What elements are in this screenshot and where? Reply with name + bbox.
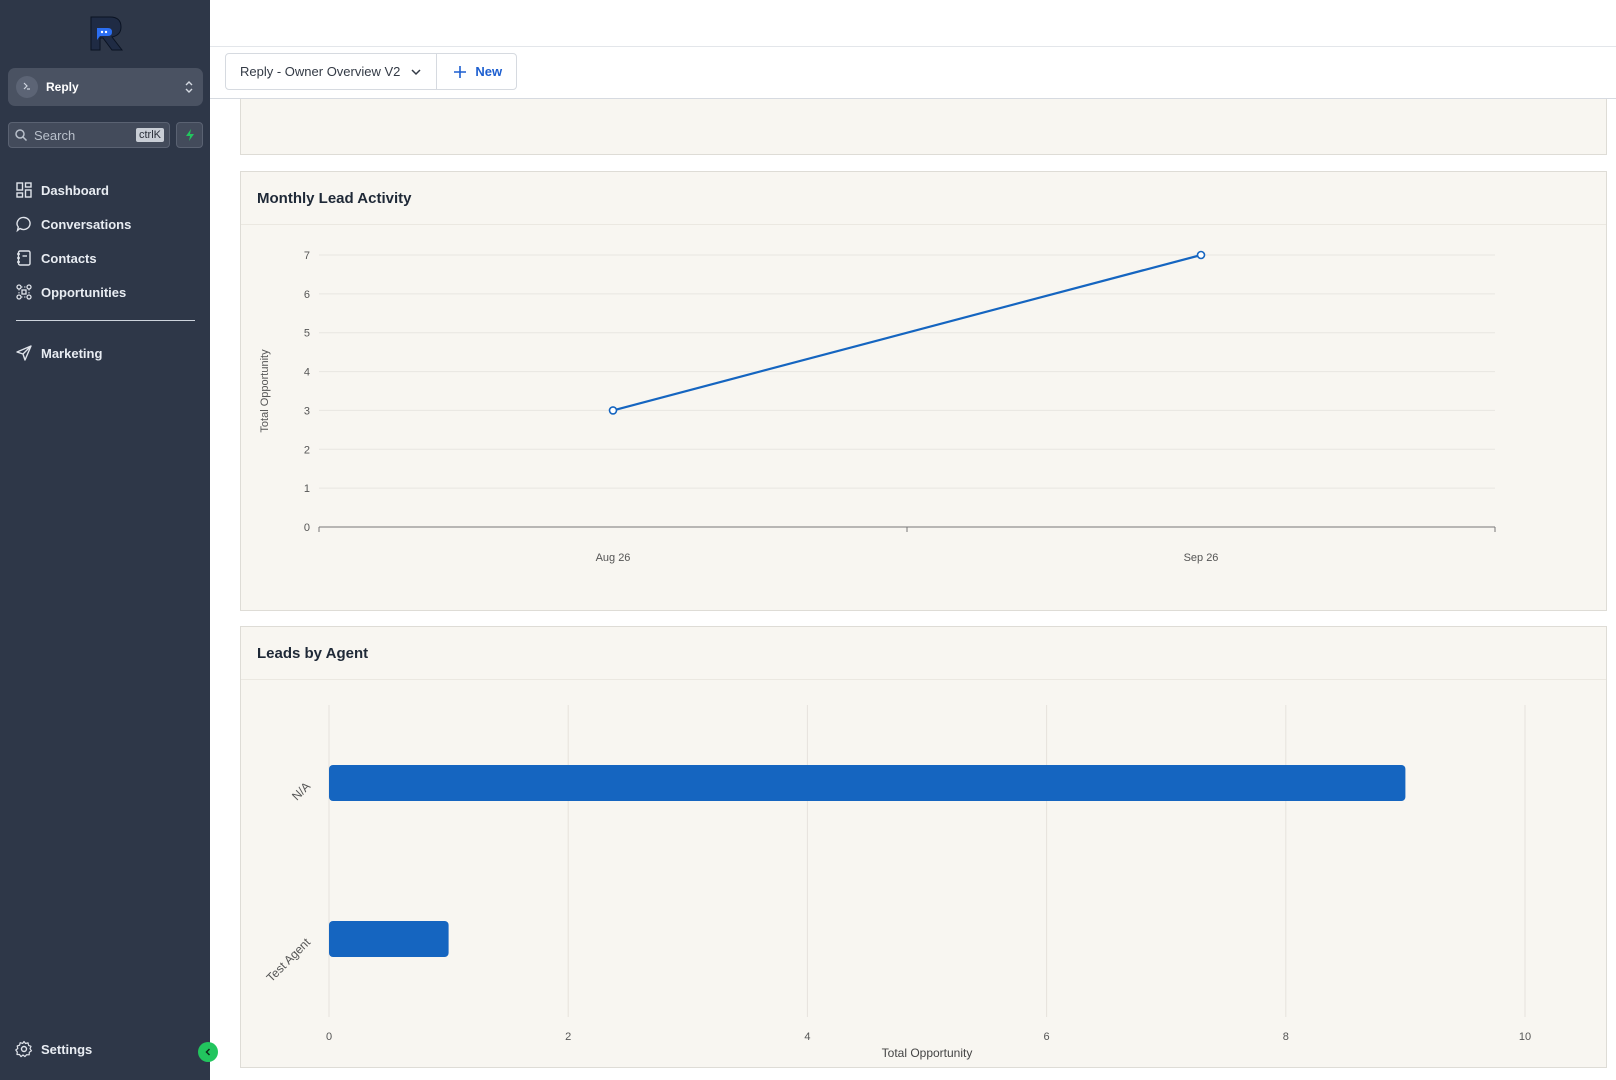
panel-previous — [240, 98, 1607, 155]
logo[interactable] — [88, 14, 124, 52]
sidebar-item-label: Contacts — [41, 250, 97, 266]
sidebar-nav-secondary: Marketing — [0, 336, 210, 370]
bar — [329, 765, 1406, 801]
sidebar-item-label: Marketing — [41, 345, 103, 361]
sidebar-item-label: Opportunities — [41, 284, 127, 300]
sidebar-item-opportunities[interactable]: Opportunities — [0, 275, 210, 309]
dashboard-icon — [16, 182, 32, 198]
chevron-down-icon — [411, 68, 421, 75]
gear-icon — [15, 1040, 33, 1058]
bolt-icon — [185, 129, 194, 141]
opportunities-icon — [16, 284, 32, 300]
y-tick-label: 6 — [304, 289, 310, 301]
new-label: New — [475, 64, 503, 79]
quick-action-button[interactable] — [176, 122, 203, 148]
search-shortcut: ctrlK — [136, 128, 164, 142]
y-tick-label: 3 — [304, 405, 310, 417]
sidebar-item-contacts[interactable]: Contacts — [0, 241, 210, 275]
panel-monthly-lead-activity: Monthly Lead Activity 0 1 2 3 4 5 6 7 Aug 26 Sep … — [240, 171, 1607, 611]
sidebar-item-label: Dashboard — [41, 182, 109, 198]
x-tick-label: Sep 26 — [1184, 552, 1219, 564]
account-switcher[interactable]: Reply — [8, 68, 203, 106]
search-icon — [15, 129, 28, 142]
sidebar: Reply Search ctrlK Dashboard Conversatio… — [0, 0, 210, 1080]
data-point — [608, 406, 618, 415]
sidebar-nav: Dashboard Conversations Contacts Opportu… — [0, 173, 210, 309]
dashboard-select[interactable]: Reply - Owner Overview V2 — [226, 54, 438, 89]
data-point — [1196, 250, 1206, 260]
chevron-updown-icon — [183, 79, 195, 95]
x-tick-label: 4 — [804, 1031, 810, 1043]
x-tick-label: 2 — [565, 1031, 571, 1043]
y-tick-label: 2 — [304, 444, 310, 456]
x-tick-label: 0 — [326, 1031, 332, 1043]
y-axis-label: Total Opportunity — [259, 349, 271, 433]
toolbar-divider — [210, 98, 1616, 99]
y-tick-label: 5 — [304, 328, 310, 340]
bar-chart: 0 2 4 6 8 10 Total Opportunity N/A Test Agent — [264, 705, 1531, 1060]
y-tick-label: N/A — [289, 779, 313, 803]
x-axis-label: Total Opportunity — [882, 1046, 973, 1060]
x-tick-label: 8 — [1283, 1031, 1289, 1043]
y-tick-label: 1 — [304, 483, 310, 495]
plus-icon — [454, 65, 467, 78]
account-avatar — [16, 76, 38, 98]
new-dashboard-button[interactable]: New — [437, 54, 516, 89]
search-placeholder: Search — [34, 127, 76, 143]
collapse-sidebar-button[interactable] — [198, 1042, 218, 1062]
account-name: Reply — [46, 80, 79, 94]
settings-label: Settings — [41, 1041, 93, 1057]
sidebar-item-dashboard[interactable]: Dashboard — [0, 173, 210, 207]
x-tick-label: 10 — [1519, 1031, 1531, 1043]
main-area: Reply - Owner Overview V2 New Monthly Le… — [210, 0, 1616, 1080]
dashboard-content: Reply - Owner Overview V2 New Monthly Le… — [210, 47, 1616, 1080]
send-icon — [16, 345, 32, 361]
line-chart: 0 1 2 3 4 5 6 7 Aug 26 Sep 26 Total Opportunity — [259, 250, 1496, 564]
contacts-icon — [17, 250, 31, 266]
sidebar-item-settings[interactable]: Settings — [15, 1040, 92, 1058]
x-tick-label: 6 — [1044, 1031, 1050, 1043]
top-bar — [210, 0, 1616, 47]
y-tick-label: Test Agent — [264, 935, 314, 985]
search-input[interactable]: Search ctrlK — [8, 122, 170, 148]
dashboard-toolbar: Reply - Owner Overview V2 New — [225, 53, 518, 90]
y-tick-label: 7 — [304, 250, 310, 262]
y-tick-label: 0 — [304, 522, 310, 534]
sidebar-divider — [16, 320, 195, 321]
panel-leads-by-agent: Leads by Agent 0 2 4 6 8 10 Total Opportunity N… — [240, 626, 1607, 1068]
y-tick-label: 4 — [304, 367, 310, 379]
sidebar-item-marketing[interactable]: Marketing — [0, 336, 210, 370]
chat-icon — [16, 216, 31, 233]
sidebar-item-conversations[interactable]: Conversations — [0, 207, 210, 241]
chevron-left-icon — [205, 1048, 211, 1056]
x-tick-label: Aug 26 — [596, 552, 631, 564]
bar — [329, 921, 449, 957]
sidebar-item-label: Conversations — [41, 216, 132, 232]
dashboard-select-value: Reply - Owner Overview V2 — [240, 64, 401, 79]
